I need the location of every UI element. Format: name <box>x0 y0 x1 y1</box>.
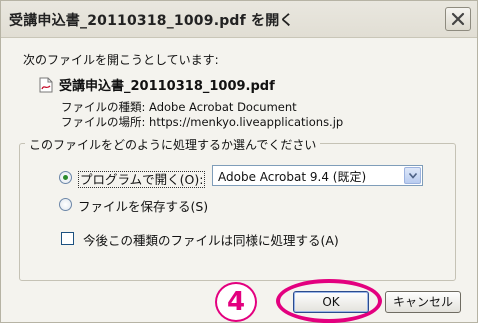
intro-text: 次のファイルを開こうとしています: <box>23 53 219 67</box>
open-with-radio[interactable] <box>59 171 72 184</box>
file-type: ファイルの種類: Adobe Acrobat Document <box>61 99 297 115</box>
ok-button[interactable]: OK <box>293 291 369 313</box>
save-file-radio[interactable] <box>59 198 72 211</box>
file-info: 受講申込書_20110318_1009.pdf <box>39 75 439 97</box>
close-icon <box>451 12 465 26</box>
cancel-button[interactable]: キャンセル <box>385 291 461 313</box>
always-label[interactable]: 今後この種類のファイルは同様に処理する(A) <box>83 230 339 249</box>
save-file-label[interactable]: ファイルを保存する(S) <box>78 196 208 215</box>
dropdown-button[interactable] <box>404 167 421 184</box>
application-select[interactable]: Adobe Acrobat 9.4 (既定) <box>212 165 423 186</box>
chevron-down-icon <box>409 173 417 179</box>
open-file-dialog: 受講申込書_20110318_1009.pdf を開く 次のファイルを開こうとし… <box>0 0 478 323</box>
open-with-label[interactable]: プログラムで開く(O): <box>78 169 206 188</box>
title-bar: 受講申込書_20110318_1009.pdf を開く <box>1 1 477 38</box>
step-number-badge: 4 <box>215 282 257 322</box>
file-type-label: ファイルの種類: <box>61 100 146 114</box>
action-group-label: このファイルをどのように処理するか選んでください <box>25 136 321 153</box>
pdf-file-icon <box>39 77 53 93</box>
window-title: 受講申込書_20110318_1009.pdf を開く <box>9 13 294 29</box>
file-type-value: Adobe Acrobat Document <box>149 100 297 114</box>
file-location-label: ファイルの場所: <box>61 115 146 129</box>
file-name: 受講申込書_20110318_1009.pdf <box>59 79 275 94</box>
file-location: ファイルの場所: https://menkyo.liveapplications… <box>61 114 343 130</box>
radio-selected-dot <box>63 175 68 180</box>
always-checkbox[interactable] <box>61 232 74 245</box>
close-button[interactable] <box>445 7 471 31</box>
application-select-value: Adobe Acrobat 9.4 (既定) <box>218 170 367 184</box>
file-location-value: https://menkyo.liveapplications.jp <box>149 115 344 129</box>
